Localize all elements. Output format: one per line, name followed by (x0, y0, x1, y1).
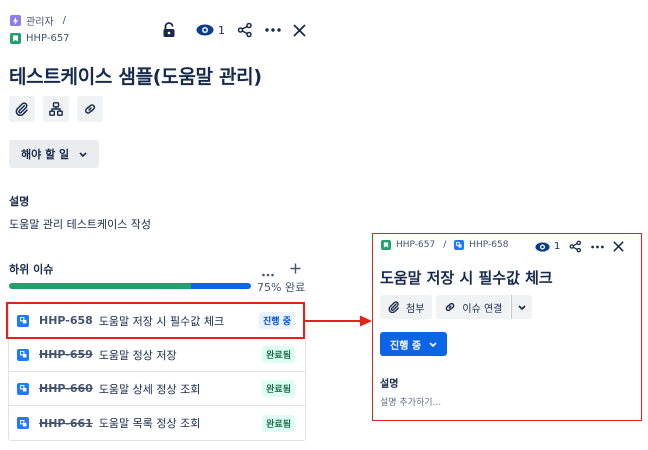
progress-remaining (190, 283, 251, 289)
panel-more-actions-dropdown[interactable] (511, 295, 533, 319)
breadcrumb-separator: / (62, 15, 66, 26)
chevron-down-icon (429, 341, 437, 347)
subtask-icon (17, 382, 29, 395)
lock-icon[interactable] (162, 22, 176, 38)
attach-label: 첨부 (406, 303, 425, 315)
panel-close-icon[interactable] (613, 241, 625, 252)
link-icon (85, 104, 95, 114)
subtask-icon (454, 240, 465, 250)
watch-button[interactable]: 1 (196, 24, 225, 37)
panel-attach-button[interactable]: 첨부 (380, 295, 433, 319)
add-child-icon[interactable] (290, 259, 301, 278)
description-label: 설명 (9, 195, 30, 208)
panel-status-label: 진행 중 (390, 340, 422, 352)
description-text[interactable]: 도움말 관리 테스트케이스 작성 (9, 216, 151, 232)
paperclip-icon (15, 102, 28, 116)
issue-title[interactable]: 테스트케이스 샘플(도움말 관리) (9, 62, 262, 89)
issue-key: HHP-657 (26, 33, 70, 44)
child-progress-bar (9, 283, 251, 289)
eye-icon (535, 241, 550, 252)
chevron-down-icon (79, 151, 87, 157)
panel-title[interactable]: 도움말 저장 시 필수값 체크 (380, 267, 553, 288)
child-issues-label: 하위 이슈 (9, 263, 54, 276)
link-icon (446, 302, 455, 312)
story-icon (381, 240, 391, 250)
panel-watch-button[interactable]: 1 (535, 241, 560, 252)
panel-link-button[interactable]: 이슈 연결 (436, 295, 511, 319)
breadcrumb-project[interactable]: 관리자 / (10, 13, 66, 28)
child-issue-row[interactable]: HHP-659 도움말 정상 저장 완료됨 (9, 338, 305, 372)
subtask-icon (17, 417, 29, 429)
panel-description-input[interactable]: 설명 추가하기... (380, 395, 441, 408)
callout-arrow (304, 315, 372, 327)
child-issue-key[interactable]: HHP-659 (39, 348, 93, 361)
panel-status-dropdown[interactable]: 진행 중 (380, 332, 448, 356)
more-icon[interactable] (265, 28, 281, 32)
child-issue-row[interactable]: HHP-661 도움말 목록 정상 조회 완료됨 (9, 406, 305, 440)
breadcrumb-issue[interactable]: HHP-657 (10, 33, 70, 44)
progress-text: 75% 완료 (257, 281, 306, 294)
panel-description-label: 설명 (380, 379, 399, 390)
child-issue-summary[interactable]: 도움말 상세 정상 조회 (99, 381, 256, 397)
hierarchy-icon (49, 102, 63, 116)
child-issue-summary[interactable]: 도움말 정상 저장 (99, 347, 256, 363)
status-label: 해야 할 일 (21, 148, 70, 161)
chevron-down-icon (518, 304, 526, 310)
link-label: 이슈 연결 (462, 303, 503, 315)
panel-share-icon[interactable] (569, 240, 582, 253)
child-issue-button[interactable] (43, 96, 69, 122)
project-name: 관리자 (26, 17, 54, 28)
progress-done (9, 283, 191, 289)
highlight-box (6, 302, 305, 339)
attach-button[interactable] (9, 96, 35, 122)
link-issue-button[interactable] (77, 96, 103, 122)
eye-icon (196, 24, 214, 36)
panel-watch-count: 1 (554, 241, 561, 252)
story-icon (10, 33, 21, 44)
detail-panel: HHP-657 / HHP-658 1 도움말 저장 시 필수값 체크 첨부 이… (372, 233, 642, 421)
child-status-badge[interactable]: 완료됨 (262, 414, 295, 432)
child-issue-row[interactable]: HHP-660 도움말 상세 정상 조회 완료됨 (9, 372, 305, 406)
child-status-badge[interactable]: 완료됨 (262, 380, 295, 397)
child-issue-summary[interactable]: 도움말 목록 정상 조회 (99, 415, 256, 431)
child-issue-key[interactable]: HHP-660 (39, 382, 93, 395)
panel-parent-key[interactable]: HHP-657 (396, 240, 435, 250)
panel-issue-key[interactable]: HHP-658 (469, 240, 508, 250)
panel-separator: / (443, 240, 447, 250)
child-status-badge[interactable]: 완료됨 (262, 346, 295, 363)
panel-more-icon[interactable] (591, 245, 605, 249)
paperclip-icon (388, 301, 399, 313)
child-issue-key[interactable]: HHP-661 (39, 417, 93, 430)
project-icon (10, 15, 21, 26)
share-icon[interactable] (237, 22, 253, 38)
watch-count: 1 (218, 23, 225, 37)
subtask-icon (17, 348, 29, 361)
status-dropdown[interactable]: 해야 할 일 (9, 140, 100, 168)
close-icon[interactable] (293, 23, 306, 37)
